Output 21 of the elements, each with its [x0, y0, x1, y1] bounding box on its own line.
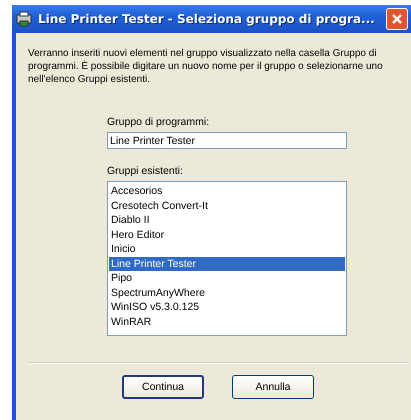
groups-list[interactable]: Accesorios Cresotech Convert-It Diablo II Hero Editor Inicio Line Printer Tester Pipo SpectrumAnyWhere WinISO v5.3.0.125 WinRAR [107, 181, 347, 336]
list-item[interactable]: Accesorios [109, 184, 345, 198]
list-item[interactable]: Line Printer Tester [109, 256, 345, 271]
list-item[interactable]: Cresotech Convert-It [109, 198, 345, 213]
window-title: Line Printer Tester - Seleziona gruppo di progra... [38, 12, 375, 26]
list-item[interactable]: Pipo [109, 271, 345, 286]
list-item[interactable]: Inicio [109, 242, 345, 256]
description-text: Verranno inseriti nuovi elementi nel gruppo visualizzato nella casella Gruppo di programmi. È possibile digitare un nuovo nome per il gruppo o selezionarne uno nell'elenco Gruppi esistenti. [28, 47, 383, 86]
group-name-field[interactable]: Line Printer Tester [107, 132, 347, 149]
dialog-button[interactable]: Annulla [232, 375, 314, 399]
list-item[interactable]: WinRAR [109, 314, 345, 329]
list-label: Gruppi esistenti: [107, 165, 184, 177]
close-button[interactable] [386, 8, 408, 30]
list-item[interactable]: SpectrumAnyWhere [109, 286, 345, 300]
close-icon [390, 13, 403, 25]
list-item[interactable]: WinISO v5.3.0.125 [109, 300, 345, 314]
field-label: Gruppo di programmi: [107, 116, 210, 128]
list-item[interactable]: Hero Editor [109, 228, 345, 242]
app-icon [15, 11, 33, 27]
list-item[interactable]: Diablo II [109, 213, 345, 228]
dialog-button[interactable]: Continua [122, 375, 204, 399]
